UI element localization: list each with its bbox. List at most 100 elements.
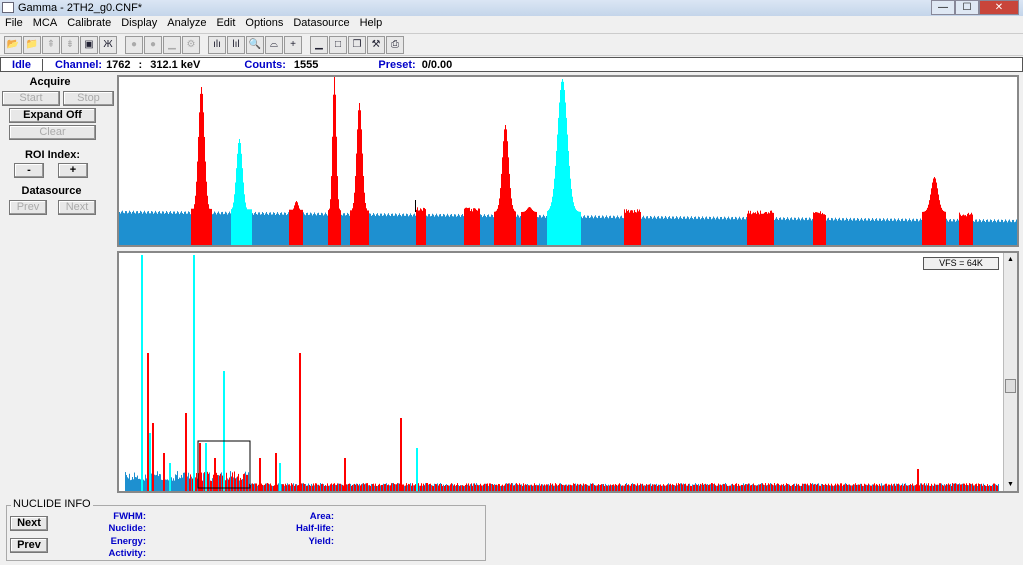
roi-prev-button[interactable]: - <box>14 163 44 178</box>
clear-icon[interactable]: ▁ <box>163 36 181 54</box>
spectrum-channel <box>728 486 729 491</box>
menu-help[interactable]: Help <box>355 16 388 32</box>
spectrum-channel <box>166 480 167 491</box>
spectrum-channel <box>919 485 920 491</box>
stop-acquire-icon[interactable]: ● <box>144 36 162 54</box>
datasource-prev-button[interactable]: Prev <box>9 200 47 215</box>
print-icon[interactable]: ⎙ <box>386 36 404 54</box>
scroll-up-arrow[interactable]: ▲ <box>1004 253 1017 266</box>
start-button[interactable]: Start <box>2 91 60 106</box>
spectrum-channel <box>580 484 581 491</box>
spectrum-channel <box>795 218 796 245</box>
spectrum-channel <box>784 218 785 245</box>
spectrum-channel <box>443 214 444 245</box>
spectrum-channel <box>286 215 287 245</box>
menu-display[interactable]: Display <box>116 16 162 32</box>
roi-channel <box>241 154 242 245</box>
spectrum-channel <box>233 477 234 491</box>
compare-icon[interactable]: ⌓ <box>265 36 283 54</box>
scroll-thumb[interactable] <box>1005 379 1016 393</box>
spectrum-channel <box>950 219 951 245</box>
roi-channel <box>941 208 942 245</box>
full-spectrum-plot[interactable] <box>119 253 1003 491</box>
spectrum-channel <box>142 214 143 245</box>
start-acquire-icon[interactable]: ● <box>125 36 143 54</box>
log-scale-icon[interactable]: lıl <box>227 36 245 54</box>
close-button[interactable]: ✕ <box>979 0 1019 15</box>
spectrum-channel <box>914 221 915 245</box>
spectrum-channel <box>177 211 178 245</box>
spectrum-channel <box>874 483 875 491</box>
expand-toggle-button[interactable]: Expand Off <box>9 108 96 123</box>
spectrum-channel <box>375 484 376 491</box>
spectrum-channel <box>1003 222 1004 245</box>
stop-button[interactable]: Stop <box>63 91 114 106</box>
spectrum-channel <box>343 213 344 245</box>
adjust-icon[interactable]: ⚙ <box>182 36 200 54</box>
move-down-icon[interactable]: ⇟ <box>61 36 79 54</box>
move-up-icon[interactable]: ⇞ <box>42 36 60 54</box>
open-folder-icon[interactable]: 📂 <box>4 36 22 54</box>
menu-file[interactable]: File <box>0 16 28 32</box>
roi-channel <box>577 211 578 245</box>
minimize-icon[interactable]: ▁ <box>310 36 328 54</box>
spectrum-channel <box>620 484 621 491</box>
menu-options[interactable]: Options <box>240 16 288 32</box>
clear-button[interactable]: Clear <box>9 125 96 140</box>
crosshair-icon[interactable]: + <box>284 36 302 54</box>
spectrum-channel <box>774 220 775 245</box>
roi-channel <box>569 166 570 245</box>
spectrum-channel <box>347 485 348 491</box>
menu-edit[interactable]: Edit <box>211 16 240 32</box>
full-spectrum-view[interactable]: VFS = 64K ▲ ▼ <box>117 251 1019 493</box>
roi-channel <box>207 196 208 245</box>
roi-channel <box>513 209 514 245</box>
spectrum-channel <box>738 484 739 491</box>
linear-scale-icon[interactable]: ılı <box>208 36 226 54</box>
expanded-spectrum-view[interactable] <box>117 75 1019 247</box>
spectrum-channel <box>181 475 182 491</box>
datasource-next-button[interactable]: Next <box>58 200 96 215</box>
roi-channel <box>464 209 465 245</box>
nuclide-prev-button[interactable]: Prev <box>10 538 48 553</box>
spectrum-channel <box>252 213 253 245</box>
spectrum-channel <box>519 483 520 491</box>
spectrum-channel <box>595 486 596 491</box>
menu-mca[interactable]: MCA <box>28 16 62 32</box>
spectrum-channel <box>582 486 583 491</box>
nuclide-next-button[interactable]: Next <box>10 516 48 531</box>
save-icon[interactable]: ▣ <box>80 36 98 54</box>
menu-analyze[interactable]: Analyze <box>162 16 211 32</box>
spectrum-channel <box>757 485 758 491</box>
spectrum-channel <box>675 486 676 491</box>
menu-datasource[interactable]: Datasource <box>288 16 354 32</box>
tools-icon[interactable]: ⚒ <box>367 36 385 54</box>
maximize-icon[interactable]: □ <box>329 36 347 54</box>
menu-calibrate[interactable]: Calibrate <box>62 16 116 32</box>
spectrum-channel <box>678 483 679 491</box>
roi-channel <box>822 213 823 245</box>
expanded-spectrum-plot[interactable] <box>119 77 1017 245</box>
spectrum-channel <box>1009 219 1010 245</box>
zoom-icon[interactable]: 🔍 <box>246 36 264 54</box>
report-icon[interactable]: Ж <box>99 36 117 54</box>
spectrum-channel <box>990 486 991 491</box>
roi-next-button[interactable]: + <box>58 163 88 178</box>
minimize-button[interactable]: — <box>931 0 955 15</box>
spectrum-channel <box>390 485 391 491</box>
spectrum-channel <box>156 475 157 491</box>
spectrum-channel <box>309 485 310 491</box>
roi-channel <box>471 209 472 245</box>
spectrum-channel <box>155 211 156 245</box>
scroll-down-arrow[interactable]: ▼ <box>1004 478 1017 491</box>
spectrum-channel <box>424 485 425 491</box>
open-datasource-icon[interactable]: 📁 <box>23 36 41 54</box>
vertical-scrollbar[interactable]: ▲ ▼ <box>1003 253 1017 491</box>
spectrum-channel <box>229 212 230 245</box>
restore-icon[interactable]: ❐ <box>348 36 366 54</box>
roi-channel <box>751 214 752 245</box>
roi-channel <box>629 213 630 245</box>
spectrum-channel <box>563 485 564 491</box>
maximize-button[interactable]: ☐ <box>955 0 979 15</box>
spectrum-channel <box>335 485 336 491</box>
